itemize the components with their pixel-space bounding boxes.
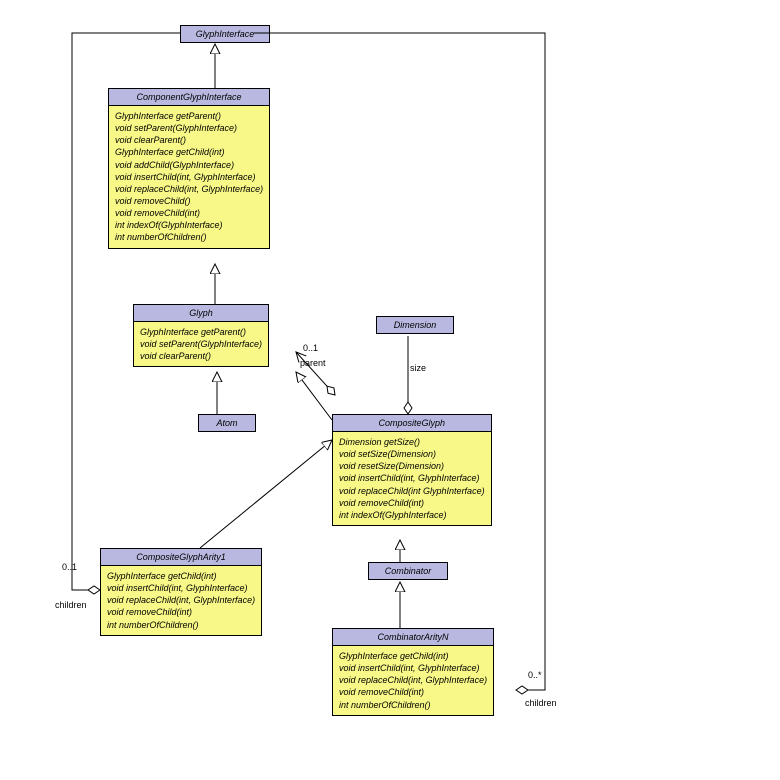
class-combinator[interactable]: Combinator [368,562,448,580]
label-parent-mult: 0..1 [303,343,318,353]
class-methods: GlyphInterface getParent()void setParent… [134,322,268,366]
class-name: Glyph [134,305,268,322]
class-name: ComponentGlyphInterface [109,89,269,106]
class-methods: GlyphInterface getChild(int)void insertC… [101,566,261,635]
label-children-right: children [525,698,557,708]
class-methods: GlyphInterface getChild(int)void insertC… [333,646,493,715]
label-size: size [410,363,426,373]
class-glyphinterface[interactable]: GlyphInterface [180,25,270,43]
class-name: Atom [216,418,237,428]
class-dimension[interactable]: Dimension [376,316,454,334]
class-combinatorarityn[interactable]: CombinatorArityN GlyphInterface getChild… [332,628,494,716]
class-name: GlyphInterface [196,29,255,39]
class-atom[interactable]: Atom [198,414,256,432]
class-name: Combinator [385,566,432,576]
class-glyph[interactable]: Glyph GlyphInterface getParent()void set… [133,304,269,367]
class-componentglyphinterface[interactable]: ComponentGlyphInterface GlyphInterface g… [108,88,270,249]
class-name: CompositeGlyphArity1 [101,549,261,566]
label-parent: parent [300,358,326,368]
class-compositeglypharity1[interactable]: CompositeGlyphArity1 GlyphInterface getC… [100,548,262,636]
label-children-right-mult: 0..* [528,670,542,680]
class-compositeglyph[interactable]: CompositeGlyph Dimension getSize()void s… [332,414,492,526]
class-methods: GlyphInterface getParent()void setParent… [109,106,269,248]
class-name: Dimension [394,320,437,330]
class-name: CompositeGlyph [333,415,491,432]
class-methods: Dimension getSize()void setSize(Dimensio… [333,432,491,525]
label-children-left-mult: 0..1 [62,562,77,572]
class-name: CombinatorArityN [333,629,493,646]
label-children-left: children [55,600,87,610]
